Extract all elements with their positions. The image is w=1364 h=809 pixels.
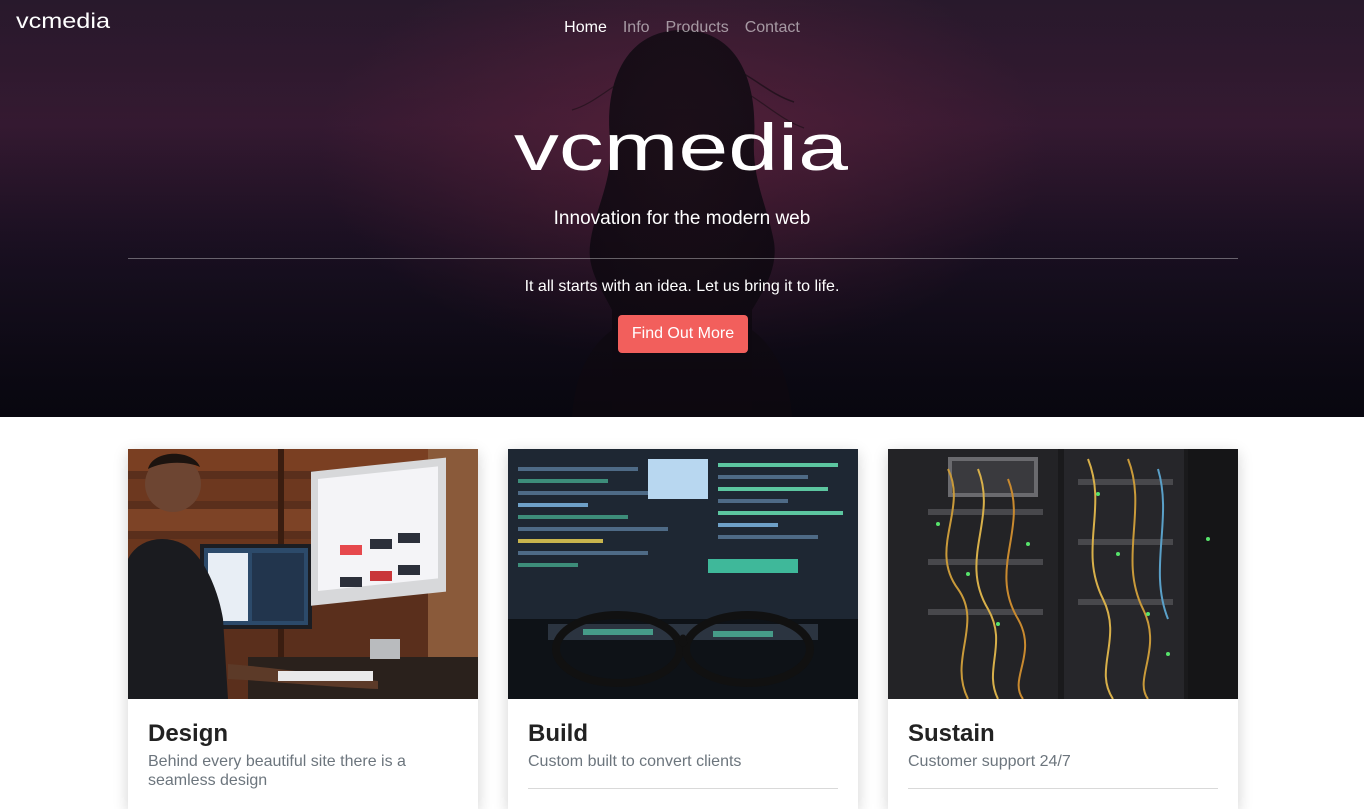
hero-divider [128,258,1238,259]
top-navbar: vcmedia Home Info Products Contact [0,0,1364,56]
hero-logo-text: vcmedia [514,118,848,178]
nav-item-contact[interactable]: Contact [737,17,808,39]
card-design: Design Behind every beautiful site there… [128,449,478,809]
nav-item-products[interactable]: Products [658,17,737,39]
card-description-sustain: Customer support 24/7 [908,753,1071,770]
hero-section: vcmedia Home Info Products Contact vcmed… [0,0,1364,417]
hero-lead-text: It all starts with an idea. Let us bring… [524,278,840,295]
hero-logo: vcmedia [514,118,848,178]
card-image-design [128,449,478,699]
nav-menu: Home Info Products Contact [0,17,1364,39]
card-description-design: Behind every beautiful site there is a s… [148,753,406,789]
card-image-build [508,449,858,699]
card-image-sustain [888,449,1238,699]
card-title-sustain: Sustain [908,720,995,747]
card-build: Build Custom built to convert clients [508,449,858,809]
hero-tagline: Innovation for the modern web [553,208,811,229]
card-divider-sustain [908,788,1218,789]
card-divider-build [528,788,838,789]
card-sustain: Sustain Customer support 24/7 [888,449,1238,809]
card-title-build: Build [528,720,588,747]
card-description-build: Custom built to convert clients [528,753,742,770]
nav-item-info[interactable]: Info [615,17,658,39]
card-title-design: Design [148,720,229,747]
nav-item-home[interactable]: Home [556,17,615,39]
find-out-more-button[interactable]: Find Out More [618,315,748,353]
